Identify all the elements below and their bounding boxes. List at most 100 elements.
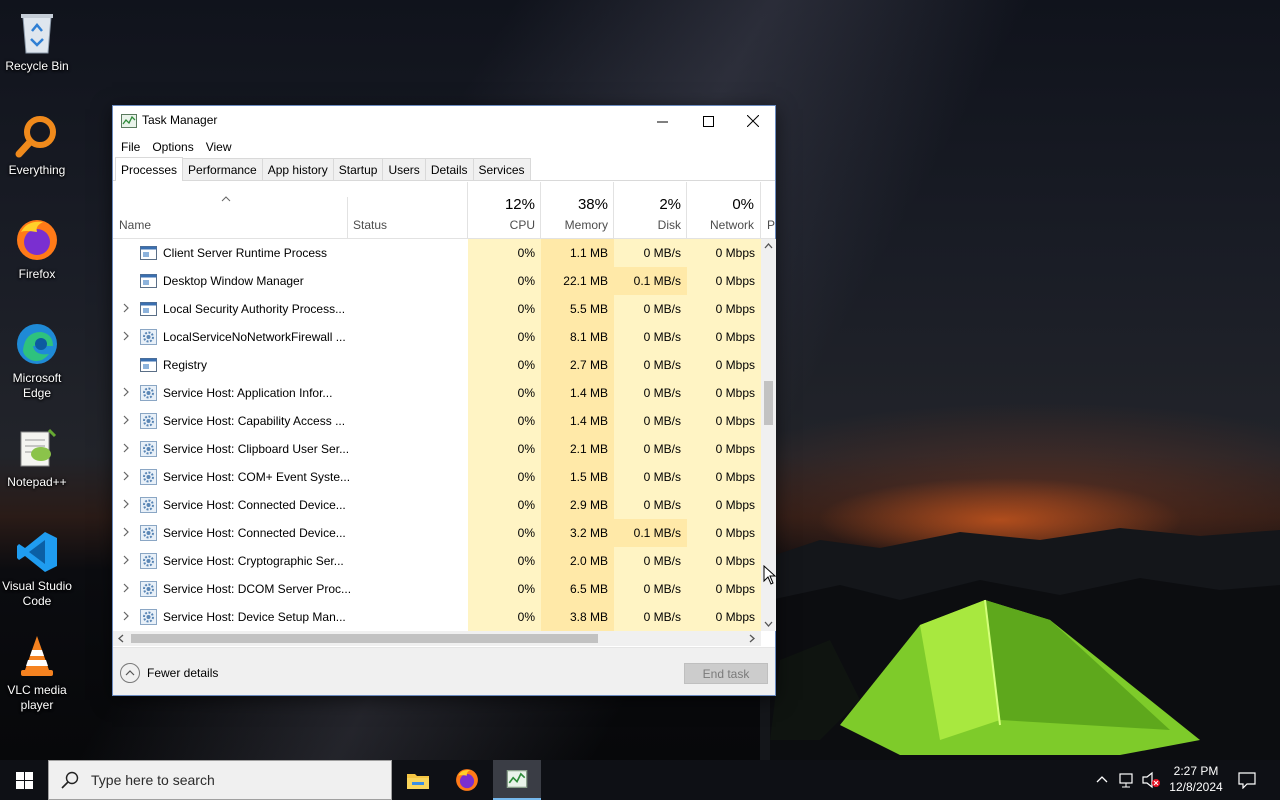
menu-file[interactable]: File xyxy=(119,140,146,154)
process-status xyxy=(348,239,467,267)
fewer-details-button[interactable]: Fewer details xyxy=(120,663,218,683)
expand-chevron-icon[interactable] xyxy=(121,470,131,482)
process-name: Service Host: COM+ Event Syste... xyxy=(163,470,351,484)
end-task-button[interactable]: End task xyxy=(684,663,768,684)
table-row[interactable]: Client Server Runtime Process 0% 1.1 MB 0 M… xyxy=(113,239,761,267)
expand-chevron-icon[interactable] xyxy=(121,330,131,342)
close-button[interactable] xyxy=(730,106,776,136)
vscode-icon xyxy=(13,528,61,576)
column-header-power[interactable]: P xyxy=(761,182,775,239)
table-row[interactable]: Service Host: Connected Device... 0% 3.2 M… xyxy=(113,519,761,547)
process-cpu: 0% xyxy=(468,603,541,631)
tab-processes[interactable]: Processes xyxy=(115,157,184,181)
expand-chevron-icon[interactable] xyxy=(121,498,131,510)
minimize-button[interactable] xyxy=(639,106,685,136)
process-cpu: 0% xyxy=(468,323,541,351)
expand-chevron-icon[interactable] xyxy=(121,582,131,594)
scroll-up-icon[interactable] xyxy=(764,243,773,249)
process-disk: 0 MB/s xyxy=(614,351,687,379)
column-header-disk[interactable]: 2% Disk xyxy=(614,182,687,239)
column-header-cpu[interactable]: 12% CPU xyxy=(468,182,541,239)
taskbar-search-box[interactable]: Type here to search xyxy=(48,760,392,800)
desktop-icon-notepadpp[interactable]: Notepad++ xyxy=(0,418,74,518)
process-status xyxy=(348,323,467,351)
horizontal-scroll-thumb[interactable] xyxy=(131,634,598,643)
table-row[interactable]: Service Host: Device Setup Man... 0% 3.8 M… xyxy=(113,603,761,631)
expand-chevron-icon[interactable] xyxy=(121,554,131,566)
tab-startup[interactable]: Startup xyxy=(332,158,384,180)
title-bar[interactable]: Task Manager xyxy=(113,106,775,136)
process-memory: 8.1 MB xyxy=(541,323,614,351)
table-row[interactable]: Desktop Window Manager 0% 22.1 MB 0.1 MB/s 0… xyxy=(113,267,761,295)
desktop-icon-vscode[interactable]: Visual Studio Code xyxy=(0,522,74,622)
tab-app-history[interactable]: App history xyxy=(261,158,334,180)
tab-details[interactable]: Details xyxy=(424,158,474,180)
scroll-down-icon[interactable] xyxy=(764,621,773,627)
desktop-icon-firefox[interactable]: Firefox xyxy=(0,210,74,310)
scroll-left-icon[interactable] xyxy=(118,634,124,643)
table-row[interactable]: Service Host: Connected Device... 0% 2.9 M… xyxy=(113,491,761,519)
process-memory: 1.4 MB xyxy=(541,407,614,435)
expand-chevron-icon[interactable] xyxy=(121,610,131,622)
table-row[interactable]: LocalServiceNoNetworkFirewall ... 0% 8.1 M… xyxy=(113,323,761,351)
column-header-network[interactable]: 0% Network xyxy=(687,182,760,239)
process-disk: 0 MB/s xyxy=(614,407,687,435)
action-center-icon[interactable] xyxy=(1238,771,1256,789)
menu-options[interactable]: Options xyxy=(150,140,199,154)
expand-chevron-icon[interactable] xyxy=(121,302,131,314)
process-list: Client Server Runtime Process 0% 1.1 MB 0 M… xyxy=(113,239,761,631)
column-header-name[interactable]: Name xyxy=(113,182,347,239)
network-icon[interactable] xyxy=(1118,771,1136,789)
table-row[interactable]: Registry 0% 2.7 MB 0 MB/s 0 Mbps xyxy=(113,351,761,379)
taskbar-task-manager[interactable] xyxy=(493,760,541,800)
table-row[interactable]: Service Host: Capability Access ... 0% 1.4… xyxy=(113,407,761,435)
table-row[interactable]: Service Host: Clipboard User Ser... 0% 2.1… xyxy=(113,435,761,463)
maximize-icon xyxy=(702,115,714,127)
close-icon xyxy=(747,115,759,127)
process-memory: 2.9 MB xyxy=(541,491,614,519)
table-row[interactable]: Service Host: Cryptographic Ser... 0% 2.0 … xyxy=(113,547,761,575)
process-cpu: 0% xyxy=(468,407,541,435)
show-hidden-icons-chevron-icon[interactable] xyxy=(1096,775,1108,783)
process-memory: 2.0 MB xyxy=(541,547,614,575)
column-header-memory[interactable]: 38% Memory xyxy=(541,182,614,239)
process-name: Service Host: Cryptographic Ser... xyxy=(163,554,344,568)
table-row[interactable]: Local Security Authority Process... 0% 5.5… xyxy=(113,295,761,323)
maximize-button[interactable] xyxy=(685,106,731,136)
table-row[interactable]: Service Host: COM+ Event Syste... 0% 1.5 M… xyxy=(113,463,761,491)
process-cpu: 0% xyxy=(468,379,541,407)
expand-chevron-icon[interactable] xyxy=(121,526,131,538)
column-header-status[interactable]: Status xyxy=(348,182,467,239)
taskbar-clock[interactable]: 2:27 PM 12/8/2024 xyxy=(1160,763,1232,795)
search-icon xyxy=(61,771,79,789)
horizontal-scrollbar[interactable] xyxy=(113,631,761,646)
table-row[interactable]: Service Host: DCOM Server Proc... 0% 6.5 M… xyxy=(113,575,761,603)
process-cpu: 0% xyxy=(468,295,541,323)
taskbar-file-explorer[interactable] xyxy=(394,760,442,800)
volume-muted-icon[interactable] xyxy=(1141,771,1161,789)
taskbar-firefox[interactable] xyxy=(443,760,491,800)
desktop-icon-vlc[interactable]: VLC media player xyxy=(0,626,74,726)
table-row[interactable]: Service Host: Application Infor... 0% 1.4 … xyxy=(113,379,761,407)
clock-time: 2:27 PM xyxy=(1173,764,1219,778)
desktop-icon-edge[interactable]: Microsoft Edge xyxy=(0,314,74,414)
desktop-icon-recycle-bin[interactable]: Recycle Bin xyxy=(0,2,74,102)
process-cpu: 0% xyxy=(468,575,541,603)
mouse-cursor-icon xyxy=(763,565,777,585)
scroll-right-icon[interactable] xyxy=(749,634,755,643)
tab-services[interactable]: Services xyxy=(472,158,531,180)
menu-view[interactable]: View xyxy=(204,140,238,154)
expand-chevron-icon[interactable] xyxy=(121,414,131,426)
process-memory: 3.2 MB xyxy=(541,519,614,547)
desktop-icon-everything[interactable]: Everything xyxy=(0,106,74,206)
tab-users[interactable]: Users xyxy=(382,158,426,180)
vertical-scroll-thumb[interactable] xyxy=(764,381,773,425)
process-network: 0 Mbps xyxy=(687,407,761,435)
expand-chevron-icon[interactable] xyxy=(121,442,131,454)
process-disk: 0 MB/s xyxy=(614,239,687,267)
tab-performance[interactable]: Performance xyxy=(182,158,263,180)
process-name: Service Host: Device Setup Man... xyxy=(163,610,346,624)
start-button[interactable] xyxy=(0,760,48,800)
expand-chevron-icon[interactable] xyxy=(121,386,131,398)
process-name: Desktop Window Manager xyxy=(163,274,304,288)
